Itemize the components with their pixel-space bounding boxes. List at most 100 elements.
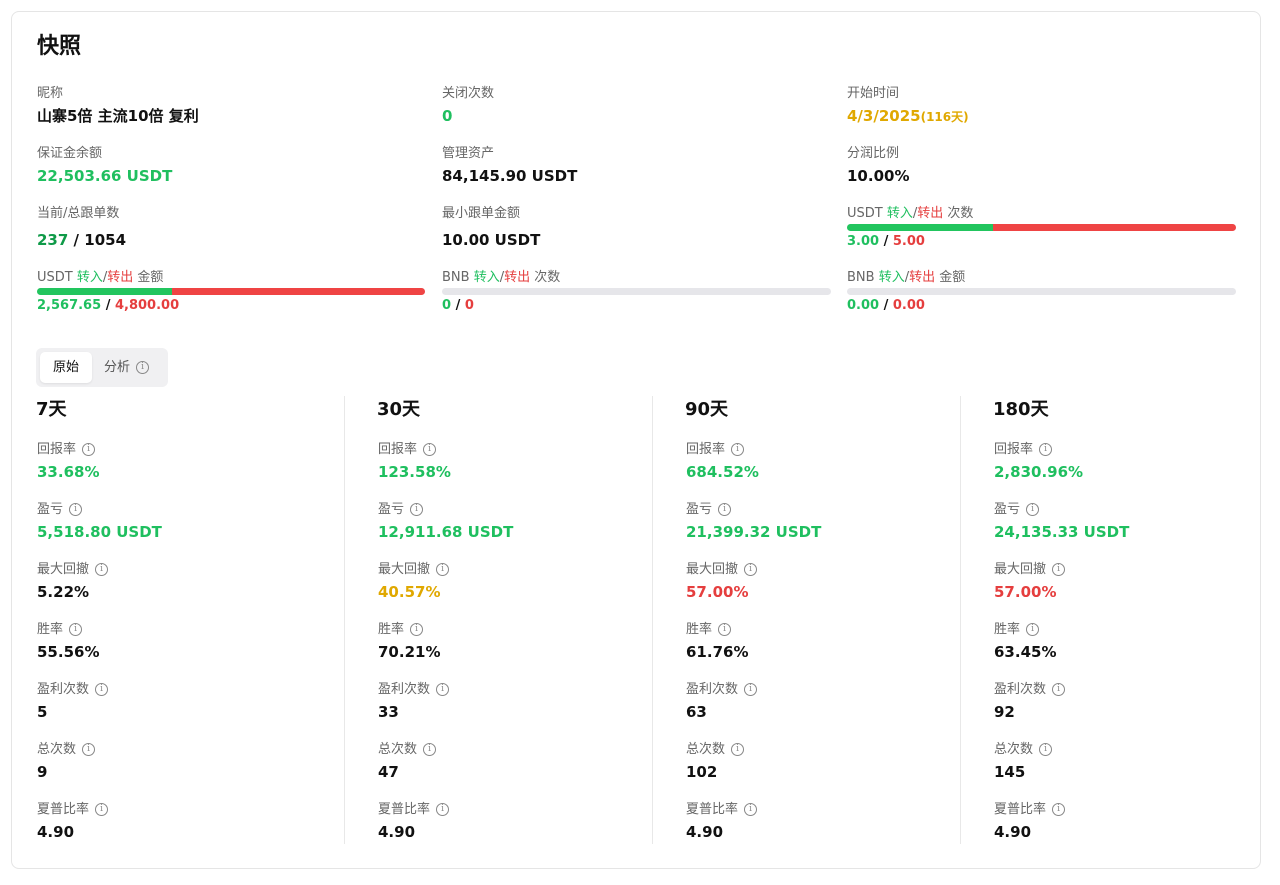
info-icon[interactable]: i <box>436 803 450 816</box>
metric-label: 夏普比率 i <box>37 801 109 819</box>
metric-label-text: 总次数 <box>686 742 726 757</box>
column-divider <box>652 396 653 844</box>
metric-label: 盈利次数 i <box>378 681 450 699</box>
metric-label: 盈亏 i <box>37 501 83 519</box>
info-icon[interactable]: i <box>744 563 758 576</box>
info-icon[interactable]: i <box>69 623 83 636</box>
info-icon[interactable]: i <box>82 743 96 756</box>
metric-label-text: 回报率 <box>378 442 418 457</box>
metric-label: 盈亏 i <box>994 501 1040 519</box>
info-icon[interactable]: i <box>744 683 758 696</box>
margin-balance-value: 22,503.66 USDT <box>37 167 173 185</box>
metric-value: 4.90 <box>686 823 724 841</box>
metric-label: 盈利次数 i <box>37 681 109 699</box>
profit-share-value: 10.00% <box>847 167 910 185</box>
metric-label-text: 盈亏 <box>378 502 405 517</box>
metric-label-text: 胜率 <box>378 622 405 637</box>
tab-raw[interactable]: 原始 <box>40 352 92 383</box>
metric-label-text: 总次数 <box>37 742 77 757</box>
info-icon[interactable]: i <box>410 623 424 636</box>
metric-label: 夏普比率 i <box>686 801 758 819</box>
info-icon[interactable]: i <box>423 443 437 456</box>
metric-value: 2,830.96% <box>994 463 1084 481</box>
bnb-transfer-count-label: BNB 转入/转出 次数 <box>442 270 561 285</box>
info-icon[interactable]: i <box>423 743 437 756</box>
period-title: 180天 <box>993 399 1049 420</box>
info-icon[interactable]: i <box>95 683 109 696</box>
metric-value: 57.00% <box>686 583 749 601</box>
info-icon[interactable]: i <box>95 563 109 576</box>
info-icon[interactable]: i <box>82 443 96 456</box>
info-icon[interactable]: i <box>136 361 150 374</box>
start-time-label: 开始时间 <box>847 86 900 101</box>
min-copy-value: 10.00 USDT <box>442 231 541 249</box>
info-icon[interactable]: i <box>1052 683 1066 696</box>
metric-value: 145 <box>994 763 1026 781</box>
metric-label-text: 回报率 <box>686 442 726 457</box>
metric-label: 盈亏 i <box>686 501 732 519</box>
info-icon[interactable]: i <box>95 803 109 816</box>
info-icon[interactable]: i <box>1026 623 1040 636</box>
aum-label: 管理资产 <box>442 146 495 161</box>
metric-label: 总次数 i <box>378 741 437 759</box>
metric-label-text: 总次数 <box>994 742 1034 757</box>
metric-label-text: 回报率 <box>37 442 77 457</box>
usdt-transfer-amount-bar <box>37 288 425 295</box>
usdt-transfer-count-values: 3.00 / 5.00 <box>847 234 925 249</box>
copy-count-value: 237 / 1054 <box>37 230 126 250</box>
bnb-transfer-count-values: 0 / 0 <box>442 298 474 313</box>
metric-value: 33 <box>378 703 399 721</box>
tab-analysis[interactable]: 分析 i <box>104 352 164 383</box>
info-icon[interactable]: i <box>718 623 732 636</box>
usdt-transfer-count-label: USDT 转入/转出 次数 <box>847 206 974 221</box>
metric-label-text: 盈亏 <box>686 502 713 517</box>
metric-label-text: 最大回撤 <box>37 562 90 577</box>
usdt-transfer-count-bar <box>847 224 1236 231</box>
metric-label: 胜率 i <box>994 621 1040 639</box>
metric-label-text: 胜率 <box>686 622 713 637</box>
metric-label: 回报率 i <box>378 441 437 459</box>
metric-label: 胜率 i <box>378 621 424 639</box>
info-icon[interactable]: i <box>69 503 83 516</box>
metric-value: 9 <box>37 763 48 781</box>
info-icon[interactable]: i <box>410 503 424 516</box>
metric-label: 最大回撤 i <box>37 561 109 579</box>
metric-label-text: 盈利次数 <box>378 682 431 697</box>
info-icon[interactable]: i <box>436 563 450 576</box>
info-icon[interactable]: i <box>1026 503 1040 516</box>
info-icon[interactable]: i <box>731 443 745 456</box>
metric-label: 总次数 i <box>994 741 1053 759</box>
metric-label-text: 夏普比率 <box>37 802 90 817</box>
bnb-transfer-amount-values: 0.00 / 0.00 <box>847 298 925 313</box>
metric-value: 57.00% <box>994 583 1057 601</box>
info-icon[interactable]: i <box>744 803 758 816</box>
info-icon[interactable]: i <box>1039 443 1053 456</box>
metric-label-text: 总次数 <box>378 742 418 757</box>
metric-value: 47 <box>378 763 399 781</box>
metric-label-text: 回报率 <box>994 442 1034 457</box>
metric-value: 123.58% <box>378 463 451 481</box>
usdt-transfer-amount-values: 2,567.65 / 4,800.00 <box>37 298 180 313</box>
info-icon[interactable]: i <box>436 683 450 696</box>
metric-label-text: 最大回撤 <box>994 562 1047 577</box>
info-icon[interactable]: i <box>1052 563 1066 576</box>
metric-label: 夏普比率 i <box>994 801 1066 819</box>
metric-label: 回报率 i <box>686 441 745 459</box>
metric-label: 最大回撤 i <box>378 561 450 579</box>
info-icon[interactable]: i <box>718 503 732 516</box>
metric-value: 63 <box>686 703 707 721</box>
close-count-value: 0 <box>442 107 453 125</box>
metric-value: 21,399.32 USDT <box>686 523 822 541</box>
metric-value: 40.57% <box>378 583 441 601</box>
copy-count-total: 1054 <box>84 231 127 249</box>
metric-label-text: 盈利次数 <box>686 682 739 697</box>
info-icon[interactable]: i <box>1039 743 1053 756</box>
bnb-transfer-count-bar <box>442 288 831 295</box>
metric-value: 5,518.80 USDT <box>37 523 162 541</box>
info-icon[interactable]: i <box>731 743 745 756</box>
info-icon[interactable]: i <box>1052 803 1066 816</box>
tab-analysis-label: 分析 <box>104 360 131 375</box>
metric-value: 33.68% <box>37 463 100 481</box>
metric-label-text: 最大回撤 <box>378 562 431 577</box>
bnb-transfer-amount-bar <box>847 288 1236 295</box>
